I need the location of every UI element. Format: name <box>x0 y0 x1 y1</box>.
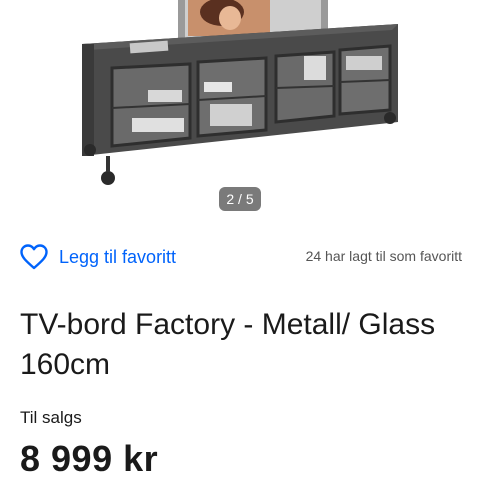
product-photo[interactable] <box>0 0 480 200</box>
listing-title: TV-bord Factory - Metall/ Glass 160cm <box>20 308 436 381</box>
listing-price: 8 999 kr <box>20 438 159 479</box>
heart-outline-icon <box>20 244 48 270</box>
image-counter-badge: 2 / 5 <box>219 187 261 211</box>
listing-status: Til salgs <box>20 408 82 427</box>
add-favorite-label: Legg til favoritt <box>59 246 177 267</box>
favorite-count-text: 24 har lagt til som favoritt <box>305 248 462 264</box>
image-gallery[interactable]: 2 / 5 <box>0 0 480 220</box>
favorite-row: Legg til favoritt 24 har lagt til som fa… <box>20 240 462 274</box>
add-favorite-button[interactable]: Legg til favoritt <box>20 242 176 272</box>
